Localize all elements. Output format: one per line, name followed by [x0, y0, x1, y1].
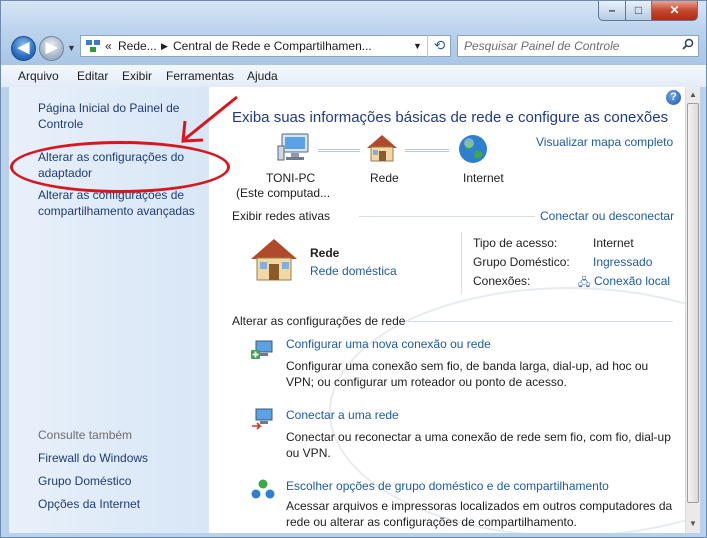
menu-view[interactable]: Exibir [122, 69, 152, 83]
computer-name-label: TONI-PC [266, 171, 316, 185]
maximize-button[interactable]: □ [625, 1, 652, 21]
main-content: ? Exiba suas informações básicas de rede… [209, 87, 685, 533]
breadcrumb-item-network[interactable]: Rede... [118, 39, 157, 53]
homegroup-sharing-icon [250, 478, 276, 505]
breadcrumb-item-network-center[interactable]: Central de Rede e Compartilhamen... [173, 39, 372, 53]
computer-name-sublabel: (Este computad... [236, 186, 331, 200]
network-name: Rede [310, 246, 340, 260]
vertical-divider [461, 232, 462, 294]
computer-icon[interactable] [277, 132, 311, 167]
task-description-line: Conectar ou reconectar a uma conexão de … [286, 430, 671, 444]
breadcrumb-separator-icon[interactable]: ▶ [161, 41, 168, 52]
internet-label: Internet [463, 171, 504, 185]
red-circle-annotation [10, 141, 230, 193]
connect-network-icon [250, 406, 276, 433]
network-folder-icon [85, 39, 101, 56]
menu-tools[interactable]: Ferramentas [166, 69, 234, 83]
new-connection-icon [250, 337, 276, 364]
sidebar-link-line: Controle [38, 117, 84, 131]
connection-line [318, 149, 360, 152]
sidebar-link-control-panel-home[interactable]: Página Inicial do Painel de Controle [38, 100, 179, 132]
change-settings-label: Alterar as configurações de rede [232, 314, 406, 328]
ethernet-icon: 🖧 [578, 277, 591, 289]
view-full-map-link[interactable]: Visualizar mapa completo [536, 135, 673, 149]
menu-file[interactable]: Arquivo [18, 69, 59, 83]
task-connect-to-network[interactable]: Conectar a uma rede [286, 408, 399, 422]
network-home-icon[interactable] [366, 133, 398, 166]
sidebar-link-windows-firewall[interactable]: Firewall do Windows [38, 450, 148, 466]
minimize-button[interactable]: – [598, 1, 626, 21]
sidebar-link-internet-options[interactable]: Opções da Internet [38, 496, 140, 512]
menu-edit[interactable]: Editar [77, 69, 108, 83]
access-type-value: Internet [593, 236, 634, 250]
sidebar-link-line: Página Inicial do Painel de [38, 101, 180, 115]
title-bar: – □ ✕ ◀ ▶ ▼ « Rede... ▶ Central de Rede … [1, 1, 706, 65]
task-description-line: rede ou alterar as configurações de comp… [286, 515, 577, 529]
menu-bar: Arquivo Editar Exibir Ferramentas Ajuda [1, 65, 706, 88]
control-panel-window: – □ ✕ ◀ ▶ ▼ « Rede... ▶ Central de Rede … [0, 0, 707, 538]
task-description-line: ou VPN. [286, 446, 331, 460]
task-description-line: VPN; ou configurar um roteador ou ponto … [286, 375, 567, 389]
connection-line [405, 149, 449, 152]
breadcrumb-overflow-icon[interactable]: « [105, 39, 112, 53]
active-networks-label: Exibir redes ativas [232, 209, 331, 223]
see-also-heading: Consulte também [38, 428, 133, 442]
menu-help[interactable]: Ajuda [247, 69, 278, 83]
search-input[interactable] [464, 38, 674, 54]
homegroup-label: Grupo Doméstico: [473, 255, 570, 269]
scrollbar-thumb[interactable] [687, 103, 699, 503]
scroll-down-arrow-icon[interactable]: ▼ [689, 519, 697, 528]
local-connection-link[interactable]: Conexão local [594, 274, 670, 288]
network-label: Rede [370, 171, 399, 185]
refresh-icon[interactable]: ⟲ [427, 35, 451, 57]
help-icon[interactable]: ? [666, 90, 681, 105]
page-title: Exiba suas informações básicas de rede e… [232, 109, 669, 126]
close-button[interactable]: ✕ [651, 1, 698, 21]
network-type-link[interactable]: Rede doméstica [310, 264, 397, 278]
connections-label: Conexões: [473, 274, 531, 288]
task-setup-new-connection[interactable]: Configurar uma nova conexão ou rede [286, 337, 491, 351]
task-description-line: Configurar uma conexão sem fio, de banda… [286, 359, 649, 373]
sidebar-link-homegroup[interactable]: Grupo Doméstico [38, 473, 131, 489]
access-type-label: Tipo de acesso: [473, 236, 558, 250]
connect-disconnect-link[interactable]: Conectar ou desconectar [540, 209, 674, 223]
scroll-up-arrow-icon[interactable]: ▲ [689, 90, 697, 99]
search-icon[interactable] [682, 38, 694, 53]
home-network-icon [249, 237, 299, 286]
task-description: Acessar arquivos e impressoras localizad… [286, 498, 672, 530]
task-description: Configurar uma conexão sem fio, de banda… [286, 358, 648, 390]
red-arrow-annotation [181, 95, 238, 143]
address-bar[interactable]: « Rede... ▶ Central de Rede e Compartilh… [80, 35, 451, 57]
sidebar-link-line: compartilhamento avançadas [38, 204, 195, 218]
task-description: Conectar ou reconectar a uma conexão de … [286, 429, 671, 461]
recent-pages-dropdown-icon[interactable]: ▼ [67, 43, 76, 53]
internet-globe-icon[interactable] [457, 133, 489, 168]
homegroup-link[interactable]: Ingressado [593, 255, 652, 269]
task-description-line: Acessar arquivos e impressoras localizad… [286, 499, 673, 513]
back-button[interactable]: ◀ [11, 36, 36, 61]
address-dropdown-icon[interactable]: ▼ [413, 41, 422, 51]
search-box[interactable] [457, 35, 699, 57]
section-divider [405, 321, 673, 322]
forward-button[interactable]: ▶ [39, 36, 64, 61]
section-divider [359, 216, 535, 217]
vertical-scrollbar[interactable]: ▲ ▼ [685, 87, 700, 533]
task-homegroup-sharing-options[interactable]: Escolher opções de grupo doméstico e de … [286, 479, 609, 493]
